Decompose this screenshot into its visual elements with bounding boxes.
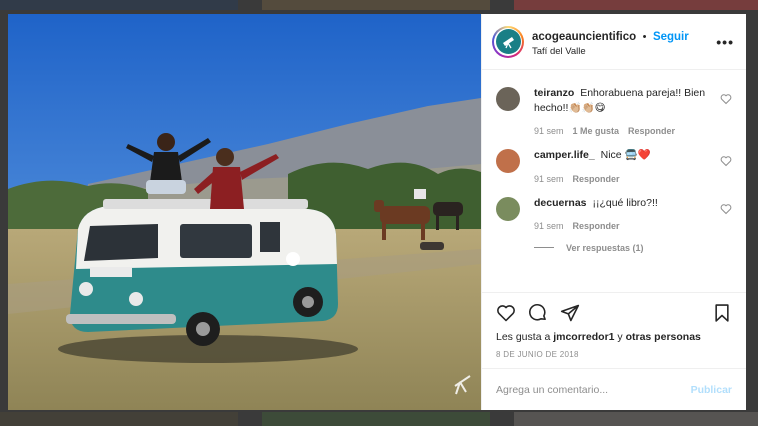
likes-summary: Les gusta a jmcorredor1 y otras personas bbox=[496, 331, 732, 343]
feed-tile bbox=[262, 0, 490, 10]
post-date[interactable]: 8 DE JUNIO DE 2018 bbox=[496, 350, 732, 359]
feed-tile bbox=[0, 0, 238, 10]
comment-avatar[interactable] bbox=[496, 196, 520, 221]
comment-username[interactable]: camper.life_ bbox=[534, 149, 595, 161]
comment-item: decuernas ¡¡¿qué libro?!! 91 sem Respond… bbox=[496, 196, 732, 231]
feed-tile bbox=[514, 412, 758, 426]
view-replies-label: Ver respuestas (1) bbox=[566, 242, 644, 253]
comment-avatar[interactable] bbox=[496, 87, 520, 111]
more-options-icon[interactable]: ••• bbox=[716, 34, 734, 50]
post-username[interactable]: acogeauncientifico bbox=[532, 31, 636, 43]
post-header: acogeauncientifico • Seguir Tafí del Val… bbox=[482, 14, 746, 70]
comment-time[interactable]: 91 sem bbox=[534, 221, 564, 231]
comment-time[interactable]: 91 sem bbox=[534, 174, 564, 184]
follow-button[interactable]: Seguir bbox=[653, 31, 689, 43]
post-location[interactable]: Tafí del Valle bbox=[532, 46, 716, 58]
comment-username[interactable]: decuernas bbox=[534, 197, 587, 209]
comment-meta: 91 sem Responder bbox=[534, 221, 714, 231]
reply-button[interactable]: Responder bbox=[628, 126, 675, 136]
comment-like-heart-icon[interactable] bbox=[720, 155, 732, 167]
telescope-icon bbox=[495, 29, 521, 54]
post-photo[interactable] bbox=[8, 14, 481, 410]
comment-meta: 91 sem Responder bbox=[534, 174, 714, 184]
post-side-panel: acogeauncientifico • Seguir Tafí del Val… bbox=[481, 14, 746, 410]
comment-time[interactable]: 91 sem bbox=[534, 126, 564, 136]
comment-input[interactable] bbox=[496, 383, 691, 396]
divider-line bbox=[534, 247, 554, 249]
reply-button[interactable]: Responder bbox=[573, 174, 620, 184]
likes-user-link[interactable]: jmcorredor1 bbox=[553, 331, 614, 343]
comment-likes-count[interactable]: 1 Me gusta bbox=[573, 126, 620, 136]
comment-item: teiranzo Enhorabuena pareja!! Bien hecho… bbox=[496, 86, 732, 136]
feed-tile bbox=[262, 412, 490, 426]
view-replies-button[interactable]: Ver respuestas (1) bbox=[534, 243, 732, 253]
comment-icon[interactable] bbox=[528, 303, 548, 323]
comment-avatar[interactable] bbox=[496, 149, 520, 174]
comment-item: camper.life_ Nice 🚍❤️ 91 sem Responder bbox=[496, 148, 732, 184]
post-actions: Les gusta a jmcorredor1 y otras personas… bbox=[482, 292, 746, 368]
post-image bbox=[8, 14, 481, 410]
comment-username[interactable]: teiranzo bbox=[534, 87, 574, 99]
comments-list: teiranzo Enhorabuena pareja!! Bien hecho… bbox=[482, 70, 746, 292]
avatar[interactable] bbox=[492, 25, 524, 58]
add-comment-bar: Publicar bbox=[482, 368, 746, 410]
likes-prefix: Les gusta a bbox=[496, 331, 551, 343]
publish-button[interactable]: Publicar bbox=[691, 384, 732, 396]
feed-tile bbox=[514, 0, 758, 10]
heart-icon[interactable] bbox=[496, 303, 516, 323]
likes-conjunction: y bbox=[617, 331, 623, 343]
separator-dot: • bbox=[642, 30, 647, 43]
comment-like-heart-icon[interactable] bbox=[720, 203, 732, 215]
comment-meta: 91 sem 1 Me gusta Responder bbox=[534, 126, 714, 136]
comment-text: Nice 🚍❤️ bbox=[600, 149, 651, 162]
post-modal: acogeauncientifico • Seguir Tafí del Val… bbox=[8, 14, 746, 410]
likes-others-link[interactable]: otras personas bbox=[626, 331, 701, 343]
feed-tile bbox=[0, 412, 238, 426]
bookmark-icon[interactable] bbox=[712, 303, 732, 323]
share-icon[interactable] bbox=[560, 303, 580, 323]
comment-like-heart-icon[interactable] bbox=[720, 93, 732, 105]
reply-button[interactable]: Responder bbox=[573, 221, 620, 231]
comment-text: ¡¡¿qué libro?!! bbox=[592, 196, 658, 209]
